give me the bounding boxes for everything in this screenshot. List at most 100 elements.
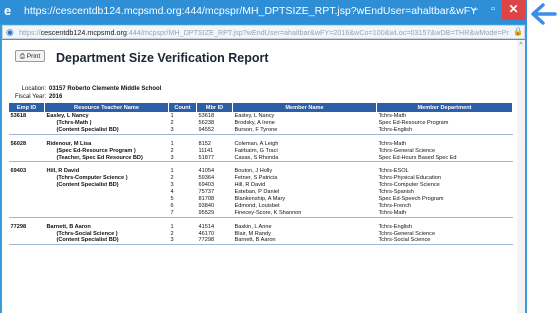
window-title: https://cescentdb124.mcpsmd.org:444/mcps… xyxy=(24,5,476,17)
table-row: 7 95529 Finecey-Score, K Shannon Tchrs-Math xyxy=(8,209,513,218)
count-cell: 3 xyxy=(168,126,197,135)
location-line: Location: 03157 Roberto Clemente Middle S… xyxy=(4,85,162,93)
table-row: (Content Specialist BD) 3 69403 Hill, R Dav… xyxy=(9,182,513,189)
member-dept-cell: Tchrs-English xyxy=(376,126,513,135)
teacher-name-cell: (Content Specialist BD) xyxy=(44,126,169,135)
teacher-name-cell: Ridenour, M Lisa xyxy=(46,140,92,147)
member-dept-cell: Spec Ed-Hours Based Spec Ed xyxy=(376,154,513,163)
emp-id-cell xyxy=(9,120,45,127)
teacher-name-cell: (Tchrs-Social Science ) xyxy=(56,230,118,237)
member-name-cell: Easley, L Nancy xyxy=(234,113,275,120)
member-name-cell: Coleman, A Leigh xyxy=(234,140,279,147)
mbr-id-cell: 81708 xyxy=(198,195,215,202)
fiscal-year-label: Fiscal Year: xyxy=(14,94,46,100)
browser-window: e https://cescentdb124.mcpsmd.org:444/mc… xyxy=(0,0,527,313)
member-dept-cell: Tchrs-Math xyxy=(378,113,407,120)
count-cell: 3 xyxy=(170,182,174,189)
member-dept-cell: Spec Ed-Speech Program xyxy=(378,195,444,202)
member-name-cell: Brodsky, A Irene xyxy=(234,119,275,126)
mbr-id-cell: 94552 xyxy=(196,126,233,135)
member-dept-cell: Tchrs-Physical Education xyxy=(378,175,442,182)
teacher-name-cell: Easley, L Nancy xyxy=(46,113,89,120)
lock-icon[interactable]: 🔒 xyxy=(513,27,523,37)
scroll-up-icon[interactable]: ^ xyxy=(517,42,525,50)
emp-id-cell xyxy=(9,182,45,189)
print-button[interactable]: ⎙ Print xyxy=(15,50,45,62)
count-cell: 2 xyxy=(170,175,174,182)
emp-id-cell: 69403 xyxy=(10,168,27,175)
print-label: Print xyxy=(26,53,41,60)
teacher-name-cell xyxy=(45,196,169,203)
member-name-cell: Barnett, B Aaron xyxy=(232,237,377,246)
member-name-cell: Bouton, J Holly xyxy=(234,168,273,175)
teacher-name-cell: Barnett, B Aaron xyxy=(46,223,91,230)
teacher-name-cell: (Content Specialist BD) xyxy=(56,182,119,189)
table-row: 56028 Ridenour, M Lisa 1 8152 Coleman, A Lei… xyxy=(9,141,513,148)
member-dept-cell: Tchrs-English xyxy=(378,223,413,230)
count-cell: 3 xyxy=(168,237,197,246)
member-name-cell: Edmond, Louisbet xyxy=(234,202,280,209)
url-rest: :444/mcpspr/MH_DPTSIZE_RPT.jsp?wEndUser=… xyxy=(126,28,509,37)
member-dept-cell: Tchrs-General Science xyxy=(378,230,436,237)
member-dept-cell: Tchrs-French xyxy=(378,202,412,209)
table-row: (Content Specialist BD) 3 94552 Burson, F T… xyxy=(8,126,513,135)
table-row: (Teacher, Spec Ed Resource BD) 3 51877 Casa… xyxy=(8,154,513,163)
mbr-id-cell: 41054 xyxy=(198,168,215,175)
teacher-name-cell: (Content Specialist BD) xyxy=(44,237,169,246)
table-row: 53618 Easley, L Nancy 1 53618 Easley, L Nanc… xyxy=(9,113,513,120)
report-table: Emp ID Resource Teacher Name Count Mbr I… xyxy=(8,102,513,246)
mbr-id-cell: 53618 xyxy=(198,113,215,120)
col-header-emp-id: Emp ID xyxy=(8,102,45,113)
member-name-cell: Burson, F Tyrone xyxy=(232,126,377,135)
close-button[interactable]: ✕ xyxy=(502,0,525,20)
site-icon: ◉ xyxy=(6,27,14,37)
location-value: 03157 Roberto Clemente Middle School xyxy=(49,86,162,92)
emp-id-cell: 56028 xyxy=(10,140,27,147)
report-title: Department Size Verification Report xyxy=(56,51,269,65)
member-dept-cell: Tchrs-Math xyxy=(376,209,513,218)
vertical-scrollbar[interactable] xyxy=(517,40,525,313)
emp-id-cell xyxy=(8,209,45,218)
teacher-name-cell: (Spec Ed-Resource Program ) xyxy=(56,147,136,154)
table-row: (Tchrs-Computer Science ) 2 59364 Fetner, S… xyxy=(9,175,513,182)
count-cell: 5 xyxy=(170,195,174,202)
page-viewport: ⎙ Print Department Size Verification Rep… xyxy=(2,40,525,313)
member-dept-cell: Spec Ed-Resource Program xyxy=(378,119,449,126)
emp-id-cell: 77298 xyxy=(10,223,27,230)
mbr-id-cell: 95529 xyxy=(196,209,233,218)
url-prefix: https:// xyxy=(19,28,41,37)
teacher-name-cell: (Tchrs-Computer Science ) xyxy=(56,175,128,182)
member-name-cell: Blair, M Randy xyxy=(234,230,271,237)
address-url[interactable]: https://cescentdb124.mcpsmd.org:444/mcps… xyxy=(19,27,509,38)
title-bar[interactable]: e https://cescentdb124.mcpsmd.org:444/mc… xyxy=(0,0,527,24)
fiscal-year-value: 2016 xyxy=(49,94,63,100)
url-host: cescentdb124.mcpsmd.org xyxy=(40,28,127,37)
count-cell: 1 xyxy=(170,113,174,120)
mbr-id-cell: 11141 xyxy=(198,147,214,154)
member-name-cell: Casas, S Rhonda xyxy=(232,154,377,163)
mbr-id-cell: 77298 xyxy=(196,237,233,246)
member-name-cell: Blankenship, A Mary xyxy=(234,195,286,202)
teacher-name-cell: (Tchrs-Math ) xyxy=(56,119,92,126)
member-name-cell: Fairbairn, G Traci xyxy=(234,147,278,154)
emp-id-cell: 53618 xyxy=(10,113,27,120)
col-header-member-dept: Member Department xyxy=(376,102,513,113)
member-name-cell: Fetner, S Patricia xyxy=(234,175,278,182)
mbr-id-cell: 69403 xyxy=(198,182,215,189)
teacher-name-cell: Hill, R David xyxy=(46,168,80,175)
count-cell: 4 xyxy=(170,189,174,196)
address-bar[interactable]: ◉ https://cescentdb124.mcpsmd.org:444/mc… xyxy=(2,25,525,39)
teacher-name-cell xyxy=(45,203,169,210)
member-dept-cell: Tchrs-Spanish xyxy=(378,189,414,196)
member-dept-cell: Tchrs-General Science xyxy=(378,147,436,154)
col-header-count: Count xyxy=(168,102,197,113)
maximize-button[interactable]: ▫ xyxy=(484,0,502,20)
emp-id-cell xyxy=(9,196,45,203)
teacher-name-cell xyxy=(44,209,169,218)
col-header-member-name: Member Name xyxy=(232,102,377,113)
minimize-button[interactable]: – xyxy=(466,0,484,20)
emp-id-cell xyxy=(9,175,45,182)
emp-id-cell xyxy=(9,230,45,237)
table-row: 77298 Barnett, B Aaron 1 41514 Baskin, L Ann… xyxy=(9,224,513,231)
table-row: 4 75737 Esteban, P Daniel Tchrs-Spanish xyxy=(9,189,513,196)
